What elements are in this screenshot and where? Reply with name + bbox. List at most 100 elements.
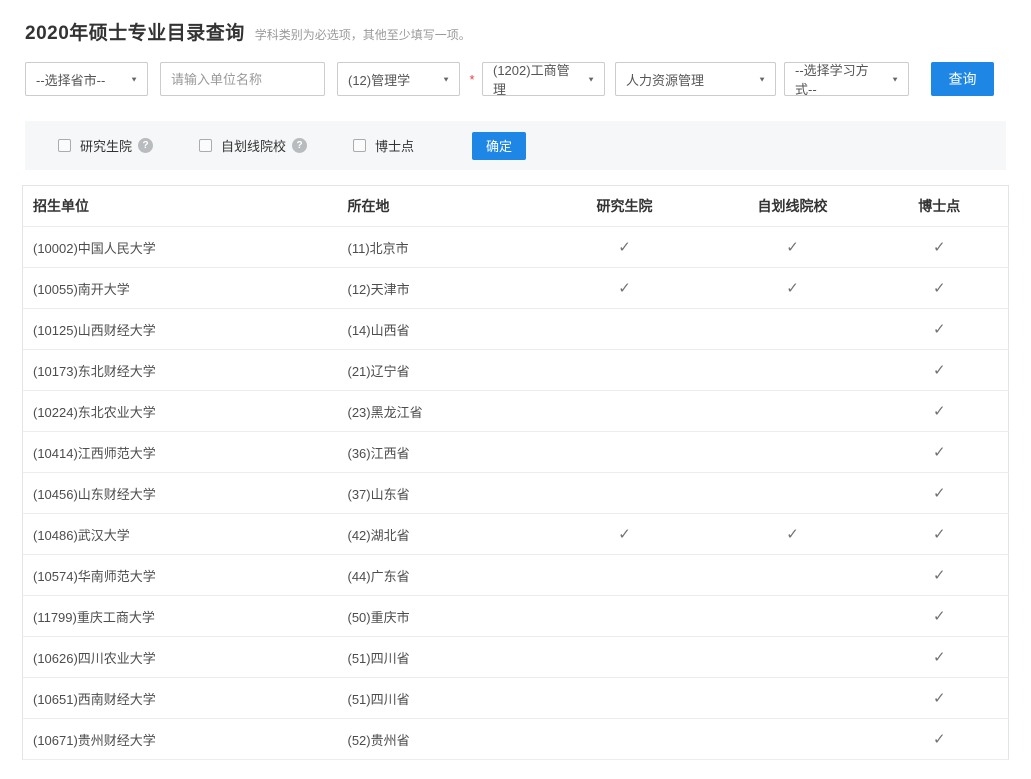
header-grad-school: 研究生院 xyxy=(535,186,715,227)
table-row: (10414)江西师范大学(36)江西省 ✓ xyxy=(23,432,1009,473)
location-cell: (37)山东省 xyxy=(338,473,535,514)
header-location: 所在地 xyxy=(338,186,535,227)
unit-cell: (10456)山东财经大学 xyxy=(23,473,338,514)
unit-cell: (11799)重庆工商大学 xyxy=(23,596,338,637)
unit-cell: (10574)华南师范大学 xyxy=(23,555,338,596)
study-mode-select[interactable]: --选择学习方式-- ▼ xyxy=(784,62,909,96)
grad-school-check-cell xyxy=(535,678,715,719)
location-cell: (51)四川省 xyxy=(338,678,535,719)
unit-cell: (10173)东北财经大学 xyxy=(23,350,338,391)
discipline-select[interactable]: (12)管理学 ▼ xyxy=(337,62,460,96)
location-cell: (51)四川省 xyxy=(338,637,535,678)
grad-school-check-cell xyxy=(535,637,715,678)
options-bar: 研究生院 ? 自划线院校 ? 博士点 确定 xyxy=(25,121,1006,170)
location-cell: (44)广东省 xyxy=(338,555,535,596)
check-icon: ✓ xyxy=(786,526,799,543)
table-row: (11799)重庆工商大学(50)重庆市 ✓ xyxy=(23,596,1009,637)
chevron-down-icon: ▼ xyxy=(587,75,595,83)
unit-cell: (10671)贵州财经大学 xyxy=(23,719,338,760)
unit-cell: (10002)中国人民大学 xyxy=(23,227,338,268)
doctoral-check-cell: ✓ xyxy=(871,596,1009,637)
doctoral-check-cell: ✓ xyxy=(871,350,1009,391)
table-row: (10456)山东财经大学(37)山东省 ✓ xyxy=(23,473,1009,514)
self-line-check-cell xyxy=(715,391,871,432)
grad-school-check-cell xyxy=(535,350,715,391)
self-line-check-cell xyxy=(715,350,871,391)
doctoral-check-cell: ✓ xyxy=(871,227,1009,268)
table-row: (10173)东北财经大学(21)辽宁省 ✓ xyxy=(23,350,1009,391)
check-icon: ✓ xyxy=(933,649,946,666)
page-title: 2020年硕士专业目录查询 xyxy=(25,18,245,45)
table-row: (10651)西南财经大学(51)四川省✓ xyxy=(23,678,1009,719)
chevron-down-icon: ▼ xyxy=(891,75,899,83)
self-line-label: 自划线院校 xyxy=(221,136,286,155)
table-row: (10002)中国人民大学(11)北京市 ✓ ✓ ✓ xyxy=(23,227,1009,268)
unit-cell: (10055)南开大学 xyxy=(23,268,338,309)
check-icon: ✓ xyxy=(618,526,631,543)
table-row: (10055)南开大学(12)天津市✓✓✓ xyxy=(23,268,1009,309)
table-row: (10671)贵州财经大学(52)贵州省 ✓ xyxy=(23,719,1009,760)
unit-cell: (10125)山西财经大学 xyxy=(23,309,338,350)
header-self-line: 自划线院校 xyxy=(715,186,871,227)
check-icon: ✓ xyxy=(933,362,946,379)
check-icon: ✓ xyxy=(933,444,946,461)
location-cell: (42)湖北省 xyxy=(338,514,535,555)
grad-school-checkbox[interactable] xyxy=(58,139,71,152)
confirm-button[interactable]: 确定 xyxy=(472,132,526,160)
check-icon: ✓ xyxy=(786,280,799,297)
doctoral-option: 博士点 xyxy=(353,136,414,155)
location-cell: (11)北京市 xyxy=(338,227,535,268)
grad-school-check-cell: ✓ xyxy=(535,268,715,309)
chevron-down-icon: ▼ xyxy=(758,75,766,83)
location-cell: (14)山西省 xyxy=(338,309,535,350)
search-button[interactable]: 查询 xyxy=(931,62,994,96)
chevron-down-icon: ▼ xyxy=(130,75,138,83)
self-line-checkbox[interactable] xyxy=(199,139,212,152)
location-cell: (21)辽宁省 xyxy=(338,350,535,391)
doctoral-check-cell: ✓ xyxy=(871,391,1009,432)
chevron-down-icon: ▼ xyxy=(442,75,450,83)
self-line-check-cell: ✓ xyxy=(715,227,871,268)
self-line-check-cell: ✓ xyxy=(715,514,871,555)
doctoral-checkbox[interactable] xyxy=(353,139,366,152)
grad-school-check-cell: ✓ xyxy=(535,514,715,555)
location-cell: (23)黑龙江省 xyxy=(338,391,535,432)
doctoral-check-cell: ✓ xyxy=(871,637,1009,678)
table-row: (10224)东北农业大学(23)黑龙江省 ✓ xyxy=(23,391,1009,432)
check-icon: ✓ xyxy=(933,485,946,502)
unit-cell: (10486)武汉大学 xyxy=(23,514,338,555)
doctoral-check-cell: ✓ xyxy=(871,309,1009,350)
grad-school-check-cell xyxy=(535,719,715,760)
grad-school-check-cell: ✓ xyxy=(535,227,715,268)
unit-cell: (10414)江西师范大学 xyxy=(23,432,338,473)
doctoral-check-cell: ✓ xyxy=(871,719,1009,760)
self-line-check-cell xyxy=(715,678,871,719)
unit-cell: (10651)西南财经大学 xyxy=(23,678,338,719)
major-select-value: 人力资源管理 xyxy=(626,70,704,89)
doctoral-check-cell: ✓ xyxy=(871,268,1009,309)
self-line-option: 自划线院校 ? xyxy=(199,136,307,155)
help-icon[interactable]: ? xyxy=(138,138,153,153)
check-icon: ✓ xyxy=(933,403,946,420)
grad-school-check-cell xyxy=(535,432,715,473)
location-cell: (50)重庆市 xyxy=(338,596,535,637)
major-select[interactable]: 人力资源管理 ▼ xyxy=(615,62,776,96)
location-cell: (52)贵州省 xyxy=(338,719,535,760)
help-icon[interactable]: ? xyxy=(292,138,307,153)
doctoral-label: 博士点 xyxy=(375,136,414,155)
unit-cell: (10224)东北农业大学 xyxy=(23,391,338,432)
grad-school-option: 研究生院 ? xyxy=(58,136,153,155)
category-select[interactable]: (1202)工商管理 ▼ xyxy=(482,62,605,96)
table-row: (10626)四川农业大学(51)四川省✓ xyxy=(23,637,1009,678)
self-line-check-cell xyxy=(715,719,871,760)
location-cell: (36)江西省 xyxy=(338,432,535,473)
self-line-check-cell: ✓ xyxy=(715,268,871,309)
province-select[interactable]: --选择省市-- ▼ xyxy=(25,62,148,96)
self-line-check-cell xyxy=(715,596,871,637)
unit-name-input[interactable] xyxy=(160,62,325,96)
doctoral-check-cell: ✓ xyxy=(871,432,1009,473)
self-line-check-cell xyxy=(715,555,871,596)
filter-bar: --选择省市-- ▼ (12)管理学 ▼ * (1202)工商管理 ▼ 人力资源… xyxy=(25,62,1031,96)
check-icon: ✓ xyxy=(933,239,946,256)
check-icon: ✓ xyxy=(618,239,631,256)
